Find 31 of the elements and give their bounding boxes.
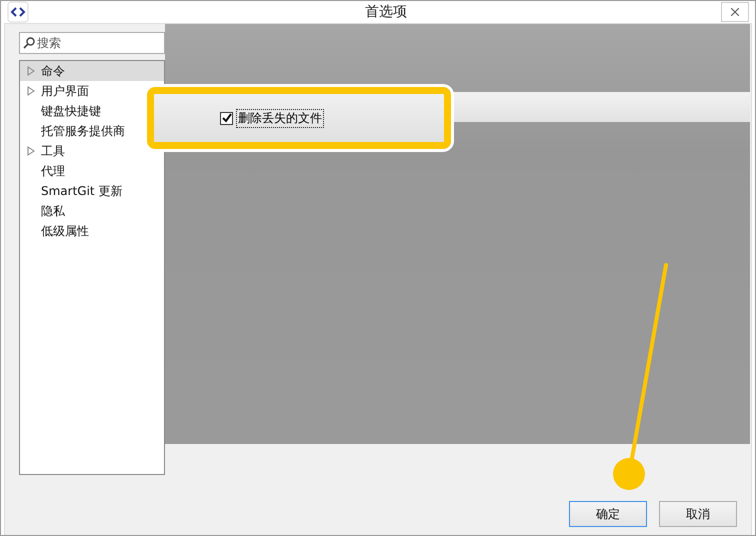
- search-icon: [23, 37, 35, 49]
- tree-item[interactable]: 代理: [20, 161, 71, 181]
- tree-item-label: 隐私: [41, 202, 65, 220]
- tree-item-label: 用户界面: [41, 82, 89, 100]
- expand-arrow-icon[interactable]: [27, 146, 35, 156]
- tree-item-label: 代理: [41, 162, 65, 180]
- tree-item-label: 命令: [41, 62, 65, 80]
- tree-item[interactable]: 隐私: [20, 201, 71, 221]
- search-field[interactable]: 搜索: [37, 36, 147, 50]
- tree-item[interactable]: SmartGit 更新: [20, 181, 128, 201]
- checkbox[interactable]: [220, 112, 233, 124]
- tree-item-label: 托管服务提供商: [41, 122, 125, 140]
- tree-item-label: 键盘快捷键: [41, 102, 101, 120]
- tree-item[interactable]: 键盘快捷键: [20, 101, 107, 121]
- search-box[interactable]: 搜索: [19, 32, 165, 54]
- expand-arrow-icon[interactable]: [27, 66, 35, 76]
- tree-item-label: 工具: [41, 142, 65, 160]
- window-title: 首选项: [364, 3, 408, 21]
- dialog-button[interactable]: 确定: [569, 501, 647, 527]
- tree-item[interactable]: 低级属性: [20, 221, 95, 241]
- tree-item-label: SmartGit 更新: [41, 182, 122, 200]
- dialog-button[interactable]: 取消: [659, 501, 737, 527]
- tree-item[interactable]: 工具: [20, 141, 71, 161]
- close-icon: [731, 8, 739, 16]
- tree-item[interactable]: 命令: [20, 61, 164, 81]
- checkbox-label: 删除丢失的文件: [236, 108, 324, 128]
- tree-item[interactable]: 用户界面: [20, 81, 95, 101]
- close-button[interactable]: [721, 2, 749, 22]
- tree-item[interactable]: 托管服务提供商: [20, 121, 131, 141]
- tree-item-label: 低级属性: [41, 222, 89, 240]
- expand-arrow-icon[interactable]: [27, 86, 35, 96]
